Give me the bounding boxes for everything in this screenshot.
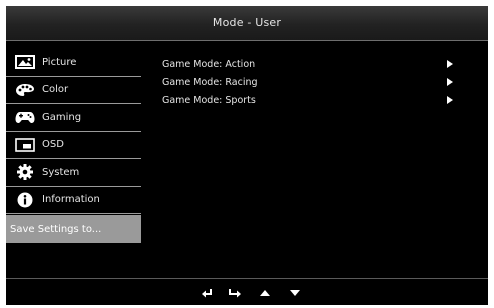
sidebar-item-label: Gaming — [42, 111, 82, 123]
option-row-racing[interactable]: Game Mode: Racing — [162, 73, 462, 91]
sidebar-item-gaming[interactable]: Gaming — [6, 104, 141, 132]
navigation-bar — [6, 278, 488, 305]
enter-icon[interactable] — [225, 286, 245, 300]
up-icon[interactable] — [255, 286, 275, 300]
sidebar-item-label: System — [42, 166, 80, 178]
option-row-action[interactable]: Game Mode: Action — [162, 55, 462, 73]
info-icon — [14, 192, 36, 208]
arrow-right-icon — [447, 78, 453, 86]
palette-icon — [14, 82, 36, 98]
page-title: Mode - User — [212, 16, 282, 29]
sidebar-item-save-settings[interactable]: Save Settings to... — [6, 215, 141, 243]
option-row-sports[interactable]: Game Mode: Sports — [162, 91, 462, 109]
sidebar-item-label: Information — [42, 194, 100, 206]
down-icon[interactable] — [285, 286, 305, 300]
sidebar-item-information[interactable]: Information — [6, 187, 141, 214]
option-label: Game Mode: Racing — [162, 76, 258, 88]
sidebar-item-label: OSD — [42, 139, 64, 151]
picture-icon — [14, 54, 36, 70]
sidebar-item-osd[interactable]: OSD — [6, 132, 141, 159]
gamepad-icon — [14, 109, 36, 125]
back-icon[interactable] — [197, 286, 217, 300]
sidebar-item-color[interactable]: Color — [6, 77, 141, 104]
option-label: Game Mode: Action — [162, 58, 256, 70]
sidebar-item-label: Picture — [42, 56, 77, 68]
sidebar-item-picture[interactable]: Picture — [6, 49, 141, 77]
sidebar-item-label: Save Settings to... — [10, 223, 102, 235]
options-list: Game Mode: Action Game Mode: Racing Game… — [162, 55, 462, 109]
option-label: Game Mode: Sports — [162, 94, 256, 106]
arrow-right-icon — [447, 60, 453, 68]
title-bar: Mode - User — [6, 6, 488, 41]
arrow-right-icon — [447, 96, 453, 104]
gear-icon — [14, 164, 36, 181]
sidebar-item-system[interactable]: System — [6, 159, 141, 187]
osd-window-icon — [14, 137, 36, 153]
sidebar-item-label: Color — [42, 84, 69, 96]
osd-window: Mode - User Picture Color Gaming OSD Sys… — [6, 6, 488, 305]
sidebar-menu: Picture Color Gaming OSD System Informat… — [6, 49, 141, 243]
